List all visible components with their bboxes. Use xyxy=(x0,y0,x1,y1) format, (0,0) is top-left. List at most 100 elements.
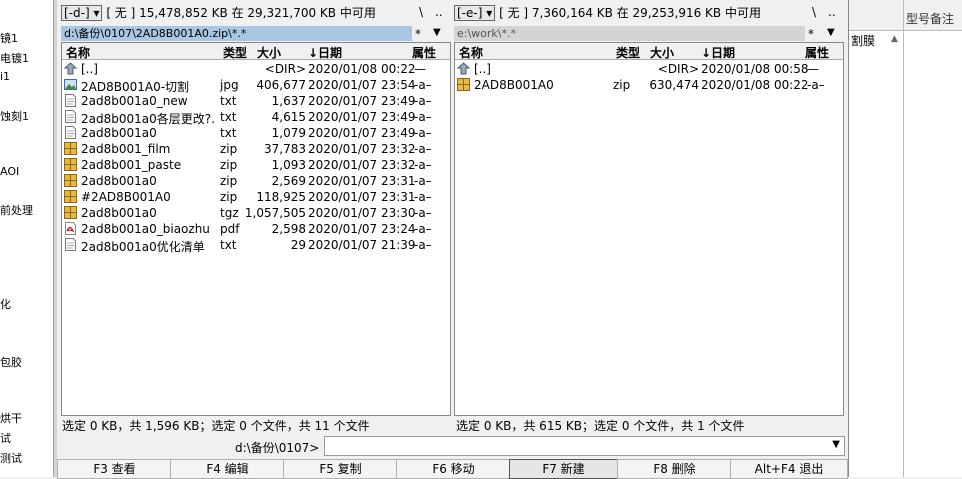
file-name: 2ad8b001a0优化清单 xyxy=(81,240,205,254)
file-row[interactable]: 2ad8b001_film zip 37,783 2020/01/07 23:32 -a… xyxy=(62,141,450,157)
file-type: pdf xyxy=(220,222,240,236)
file-size: <DIR> xyxy=(657,62,699,76)
right-root-button[interactable]: \ xyxy=(812,5,816,19)
file-size: <DIR> xyxy=(264,62,306,76)
col-name[interactable]: 名称 xyxy=(66,44,90,61)
file-row[interactable]: 2AD8B001A0 zip 630,474 2020/01/08 00:22 -a– xyxy=(455,77,843,93)
pdf-file-icon xyxy=(64,222,77,235)
left-drive-select[interactable]: [-d-] ▾ xyxy=(61,5,103,21)
f6-move-button[interactable]: F6 移动 xyxy=(396,459,511,479)
file-row[interactable]: 2ad8b001a0 tgz 1,057,505 2020/01/07 23:30 -a… xyxy=(62,205,450,221)
file-row[interactable]: 2ad8b001a0 zip 2,569 2020/01/07 23:31 -a– xyxy=(62,173,450,189)
file-row[interactable]: 2AD8B001A0-切割 jpg 406,677 2020/01/07 23:54-… xyxy=(62,77,450,94)
left-drive-bar: [-d-] ▾ [ 无 ] 15,478,852 KB 在 29,321,700… xyxy=(61,4,376,22)
file-type: zip xyxy=(220,142,238,156)
file-name: 2ad8b001_film xyxy=(81,142,171,156)
left-up-button[interactable]: .. xyxy=(435,5,443,19)
file-row[interactable]: 2ad8b001_paste zip 1,093 2020/01/07 23:32 -a… xyxy=(62,157,450,173)
scroll-up-icon[interactable]: ▲ xyxy=(891,34,898,44)
file-name: 2AD8B001A0 xyxy=(474,78,554,92)
file-size: 118,925 xyxy=(256,190,306,204)
right-up-button[interactable]: .. xyxy=(828,5,836,19)
file-row[interactable]: [..] <DIR> 2020/01/08 00:58— xyxy=(455,61,843,77)
file-date: 2020/01/07 23:32 xyxy=(308,142,416,156)
f7-new-button[interactable]: F7 新建 xyxy=(509,459,618,479)
background-app-label: 测试 xyxy=(0,452,22,465)
file-row[interactable]: 2ad8b001a0优化清单 txt 29 2020/01/07 21:39 -a– xyxy=(62,237,450,254)
right-path-bar[interactable]: e:\work\*.* xyxy=(454,26,805,41)
left-root-button[interactable]: \ xyxy=(419,5,423,19)
col-attr[interactable]: 属性 xyxy=(805,44,829,61)
file-name: 2ad8b001a0 xyxy=(81,174,157,188)
file-name: 2ad8b001a0_biaozhu xyxy=(81,222,210,236)
col-attr[interactable]: 属性 xyxy=(412,44,436,61)
right-file-panel[interactable]: 名称 类型 大小 ↓日期 属性 [..] <DIR> 2020/01/08 00:5… xyxy=(454,42,844,416)
col-date[interactable]: ↓日期 xyxy=(701,44,735,61)
file-size: 2,569 xyxy=(271,174,306,188)
text-file-icon xyxy=(64,110,77,123)
file-attr: -a– xyxy=(414,190,432,204)
col-name[interactable]: 名称 xyxy=(459,44,483,61)
file-size: 1,093 xyxy=(271,158,306,172)
col-type[interactable]: 类型 xyxy=(616,44,640,61)
left-path-bar[interactable]: d:\备份\0107\2AD8B001A0.zip\*.* xyxy=(61,26,412,41)
background-app-label: 化 xyxy=(0,298,11,311)
file-row[interactable]: 2ad8b001a0各层更改?. txt 4,615 2020/01/07 23:49… xyxy=(62,109,450,126)
file-row[interactable]: 2ad8b001a0 txt 1,079 2020/01/07 23:49 -a– xyxy=(62,125,450,141)
command-line-input[interactable]: ▼ xyxy=(324,436,845,456)
background-app-label: 电镀1 xyxy=(0,52,29,65)
col-date[interactable]: ↓日期 xyxy=(308,44,342,61)
f5-copy-button[interactable]: F5 复制 xyxy=(283,459,398,479)
file-name: 2ad8b001a0 xyxy=(81,126,157,140)
file-row[interactable]: 2ad8b001a0_biaozhu pdf 2,598 2020/01/07 23:… xyxy=(62,221,450,237)
file-row[interactable]: [..] <DIR> 2020/01/08 00:22— xyxy=(62,61,450,77)
file-date: 2020/01/07 21:39 xyxy=(308,238,416,252)
file-attr: -a– xyxy=(414,158,432,172)
f3-view-button[interactable]: F3 查看 xyxy=(57,459,172,479)
col-size[interactable]: 大小 xyxy=(257,44,281,61)
file-size: 1,637 xyxy=(271,94,306,108)
file-attr: -a– xyxy=(414,222,432,236)
left-filter-star[interactable]: * xyxy=(415,27,421,41)
file-attr: — xyxy=(414,62,426,76)
file-date: 2020/01/08 00:58 xyxy=(701,62,809,76)
file-row[interactable]: 2ad8b001a0_new txt 1,637 2020/01/07 23:49 -a… xyxy=(62,93,450,109)
file-name: 2ad8b001_paste xyxy=(81,158,182,172)
file-attr: -a– xyxy=(414,94,432,108)
file-manager-window: [-d-] ▾ [ 无 ] 15,478,852 KB 在 29,321,700… xyxy=(57,0,848,479)
file-attr: — xyxy=(807,62,819,76)
file-date: 2020/01/07 23:49 xyxy=(308,94,416,108)
file-row[interactable]: #2AD8B001A0 zip 118,925 2020/01/07 23:31 -a– xyxy=(62,189,450,205)
background-app-label: 镜1 xyxy=(0,32,18,45)
file-date: 2020/01/07 23:31 xyxy=(308,174,416,188)
file-name: [..] xyxy=(81,62,98,76)
background-app-label: AOI xyxy=(0,165,20,178)
exit-button[interactable]: Alt+F4 退出 xyxy=(730,459,848,479)
file-date: 2020/01/07 23:32 xyxy=(308,158,416,172)
text-file-icon xyxy=(64,126,77,139)
file-date: 2020/01/07 23:24 xyxy=(308,222,416,236)
side-grid-divider xyxy=(903,0,904,477)
command-history-dropdown-icon[interactable]: ▼ xyxy=(832,439,840,450)
right-history-dropdown-icon[interactable]: ▼ xyxy=(827,27,835,38)
archive-icon xyxy=(64,174,77,187)
left-history-dropdown-icon[interactable]: ▼ xyxy=(433,27,441,38)
file-name: 2ad8b001a0 xyxy=(81,206,157,220)
left-file-panel[interactable]: 名称 类型 大小 ↓日期 属性 [..] <DIR> 2020/01/08 00:2… xyxy=(61,42,451,416)
col-type[interactable]: 类型 xyxy=(223,44,247,61)
side-grid-cell: 割膜 xyxy=(851,34,876,48)
side-grid-panel: 型号备注 割膜 ▲ xyxy=(848,0,962,477)
background-app-label: 前处理 xyxy=(0,204,33,217)
file-attr: -a– xyxy=(414,238,432,252)
right-drive-select[interactable]: [-e-] ▾ xyxy=(454,5,496,21)
f8-delete-button[interactable]: F8 删除 xyxy=(617,459,732,479)
archive-icon xyxy=(457,78,470,91)
col-size[interactable]: 大小 xyxy=(650,44,674,61)
right-filter-star[interactable]: * xyxy=(808,27,814,41)
file-date: 2020/01/08 00:22 xyxy=(308,62,416,76)
right-free-space: 7,360,164 KB 在 29,253,916 KB 中可用 xyxy=(531,6,761,20)
file-type: tgz xyxy=(220,206,239,220)
f4-edit-button[interactable]: F4 编辑 xyxy=(170,459,285,479)
file-type: zip xyxy=(613,78,631,92)
background-app-label: i1 xyxy=(0,70,11,83)
